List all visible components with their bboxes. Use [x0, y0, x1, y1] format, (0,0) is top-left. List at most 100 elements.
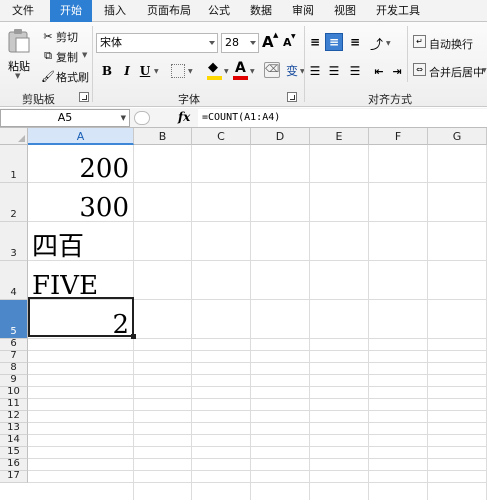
- fx-button[interactable]: fx: [178, 110, 190, 124]
- font-name-value: 宋体: [100, 36, 122, 49]
- tab-review[interactable]: 审阅: [284, 0, 322, 22]
- align-right-icon[interactable]: ☰: [346, 62, 364, 80]
- copy-icon[interactable]: ⧉: [40, 48, 56, 64]
- bold-button[interactable]: B: [98, 62, 116, 80]
- paste-icon: [8, 29, 30, 53]
- align-center-icon[interactable]: ☰: [325, 62, 343, 80]
- column-header-d[interactable]: D: [251, 128, 310, 145]
- chevron-down-icon[interactable]: ▼: [121, 110, 126, 126]
- formula-input[interactable]: =COUNT(A1:A4): [198, 109, 487, 127]
- clear-format-icon[interactable]: ⌫: [264, 62, 280, 78]
- cell-a2[interactable]: 300: [32, 195, 129, 221]
- select-all-corner[interactable]: [0, 128, 28, 145]
- align-left-icon[interactable]: ☰: [306, 62, 324, 80]
- row-header-2[interactable]: 2: [0, 183, 28, 222]
- format-painter-button[interactable]: 格式刷: [56, 69, 89, 85]
- align-bottom-icon[interactable]: ≡: [346, 33, 364, 51]
- italic-button[interactable]: I: [118, 62, 136, 80]
- name-box[interactable]: A5 ▼: [0, 109, 130, 127]
- chevron-down-icon[interactable]: ▼: [250, 68, 255, 75]
- tab-data[interactable]: 数据: [242, 0, 280, 22]
- tab-home[interactable]: 开始: [50, 0, 92, 22]
- decrease-indent-icon[interactable]: ⇤: [370, 62, 388, 80]
- format-painter-icon[interactable]: 🖌: [40, 68, 56, 84]
- row-number: 5: [10, 326, 17, 337]
- row-header-4[interactable]: 4: [0, 261, 28, 300]
- chevron-down-icon[interactable]: ▼: [154, 68, 159, 75]
- gridline: [28, 446, 487, 447]
- chevron-down-icon[interactable]: ▼: [188, 68, 193, 75]
- font-launcher-icon[interactable]: [287, 92, 297, 102]
- arrow-up-icon: ▲: [273, 31, 279, 39]
- fill-color-icon[interactable]: ◆: [208, 60, 218, 75]
- clipboard-launcher-icon[interactable]: [79, 92, 89, 102]
- row-number: 14: [7, 434, 20, 445]
- chevron-down-icon: [250, 41, 256, 45]
- font-color-icon[interactable]: A: [235, 60, 246, 76]
- column-header-b[interactable]: B: [134, 128, 192, 145]
- arrow-down-icon: ▼: [291, 33, 296, 40]
- gridline: [28, 362, 487, 363]
- orientation-icon[interactable]: ⤴: [370, 34, 383, 53]
- cell-a3[interactable]: 四百: [32, 234, 129, 260]
- font-size-select[interactable]: 28: [221, 33, 259, 53]
- ribbon: 粘贴 ▼ ✂ 剪切 ⧉ 复制 ▼ 🖌 格式刷 剪贴板 宋体 28 A ▲ A ▼…: [0, 22, 487, 107]
- row-number: 13: [7, 422, 20, 433]
- increase-indent-icon[interactable]: ⇥: [388, 62, 406, 80]
- copy-button[interactable]: 复制: [56, 49, 78, 65]
- align-middle-icon[interactable]: ≡: [325, 33, 343, 51]
- column-header-f[interactable]: F: [369, 128, 428, 145]
- tab-insert[interactable]: 插入: [94, 0, 136, 22]
- tab-page-layout[interactable]: 页面布局: [138, 0, 200, 22]
- grow-font-icon[interactable]: A: [262, 33, 274, 51]
- paste-button[interactable]: 粘贴 ▼: [4, 26, 34, 80]
- chevron-down-icon[interactable]: ▼: [15, 72, 20, 80]
- font-size-value: 28: [225, 36, 239, 49]
- column-header-g[interactable]: G: [428, 128, 487, 145]
- fill-handle[interactable]: [131, 334, 136, 339]
- gridline: [28, 410, 487, 411]
- gridline: [28, 482, 487, 483]
- menu-bar: 文件 开始 插入 页面布局 公式 数据 审阅 视图 开发工具: [0, 0, 487, 22]
- chevron-down-icon[interactable]: ▼: [482, 67, 487, 74]
- chevron-down-icon[interactable]: ▼: [386, 40, 391, 47]
- column-header-e[interactable]: E: [310, 128, 369, 145]
- tab-file[interactable]: 文件: [0, 0, 46, 22]
- gridline: [28, 458, 487, 459]
- divider: [92, 26, 93, 102]
- row-number: 17: [7, 470, 20, 481]
- scissors-icon[interactable]: ✂: [40, 28, 56, 44]
- row-header-3[interactable]: 3: [0, 222, 28, 261]
- cut-button[interactable]: 剪切: [56, 29, 78, 45]
- row-number: 15: [7, 446, 20, 457]
- chevron-down-icon[interactable]: ▼: [224, 68, 229, 75]
- align-top-icon[interactable]: ≡: [306, 33, 324, 51]
- wrap-text-icon[interactable]: ↵: [413, 35, 426, 48]
- borders-icon[interactable]: [171, 64, 185, 78]
- row-header-5[interactable]: 5: [0, 300, 28, 339]
- cell-a4[interactable]: FIVE: [32, 273, 129, 299]
- gridline: [28, 374, 487, 375]
- cell-a1[interactable]: 200: [32, 156, 129, 182]
- row-number: 9: [10, 374, 17, 385]
- font-name-select[interactable]: 宋体: [96, 33, 218, 53]
- column-header-c[interactable]: C: [192, 128, 251, 145]
- tab-view[interactable]: 视图: [326, 0, 364, 22]
- gridline: [28, 422, 487, 423]
- column-header-a[interactable]: A: [28, 128, 134, 145]
- merge-center-icon[interactable]: ⇔: [413, 63, 426, 76]
- divider: [304, 26, 305, 102]
- row-number: 3: [10, 248, 17, 259]
- row-header-1[interactable]: 1: [0, 145, 28, 183]
- clipboard-group-label: 剪贴板: [22, 93, 55, 106]
- phonetic-icon[interactable]: 变: [286, 62, 298, 79]
- tab-formulas[interactable]: 公式: [200, 0, 238, 22]
- tab-developer[interactable]: 开发工具: [370, 0, 426, 22]
- underline-button[interactable]: U: [136, 62, 154, 80]
- merge-center-button[interactable]: 合并后居中: [429, 64, 484, 80]
- row-header-17[interactable]: 17: [0, 470, 28, 483]
- chevron-down-icon[interactable]: ▼: [82, 51, 87, 59]
- font-color-bar: [233, 76, 248, 80]
- wrap-text-button[interactable]: 自动换行: [429, 36, 473, 52]
- zoom-slider-icon[interactable]: [134, 111, 150, 125]
